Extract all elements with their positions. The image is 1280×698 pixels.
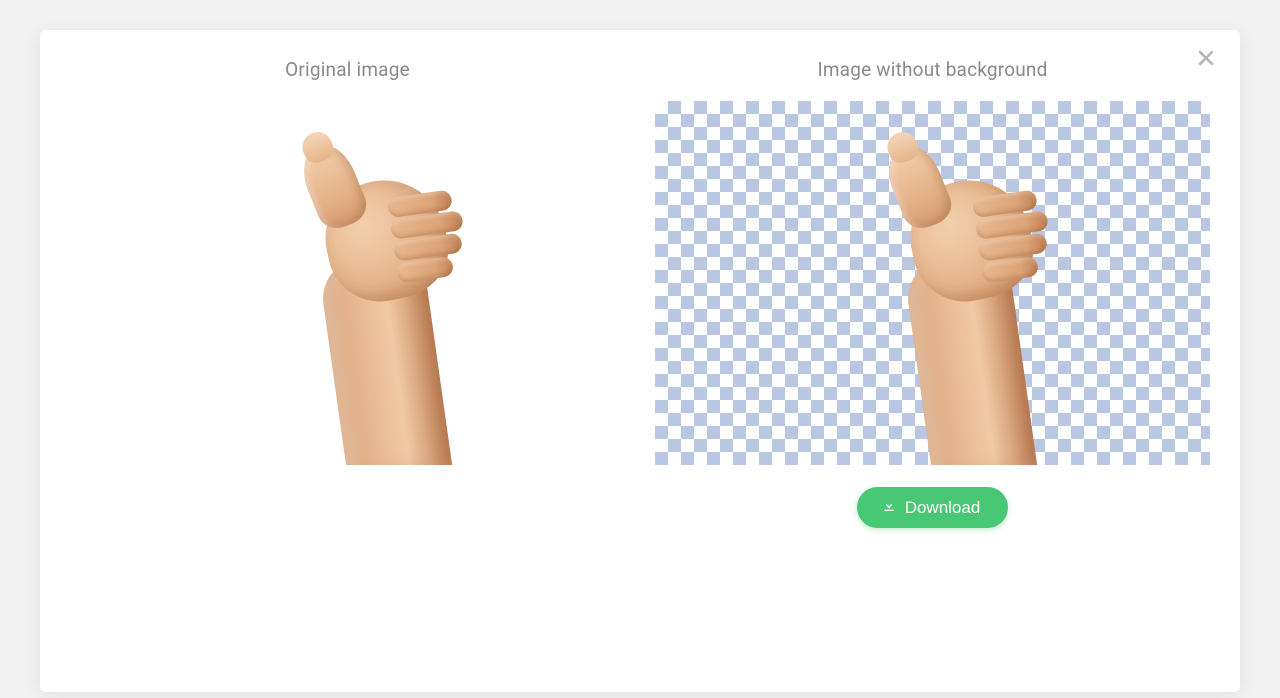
result-modal: Original image Image without background	[40, 30, 1240, 692]
result-title: Image without background	[817, 58, 1047, 81]
download-label: Download	[905, 498, 981, 518]
download-icon	[881, 497, 897, 518]
result-panel: Image without background Downlo	[655, 58, 1210, 528]
hand-graphic	[883, 135, 1053, 465]
original-image	[70, 101, 625, 465]
hand-graphic	[298, 135, 468, 465]
download-button[interactable]: Download	[857, 487, 1009, 528]
close-button[interactable]	[1190, 44, 1222, 76]
close-icon	[1196, 48, 1216, 72]
original-title: Original image	[285, 58, 410, 81]
comparison-columns: Original image Image without background	[40, 58, 1240, 528]
original-panel: Original image	[70, 58, 625, 528]
result-image	[655, 101, 1210, 465]
